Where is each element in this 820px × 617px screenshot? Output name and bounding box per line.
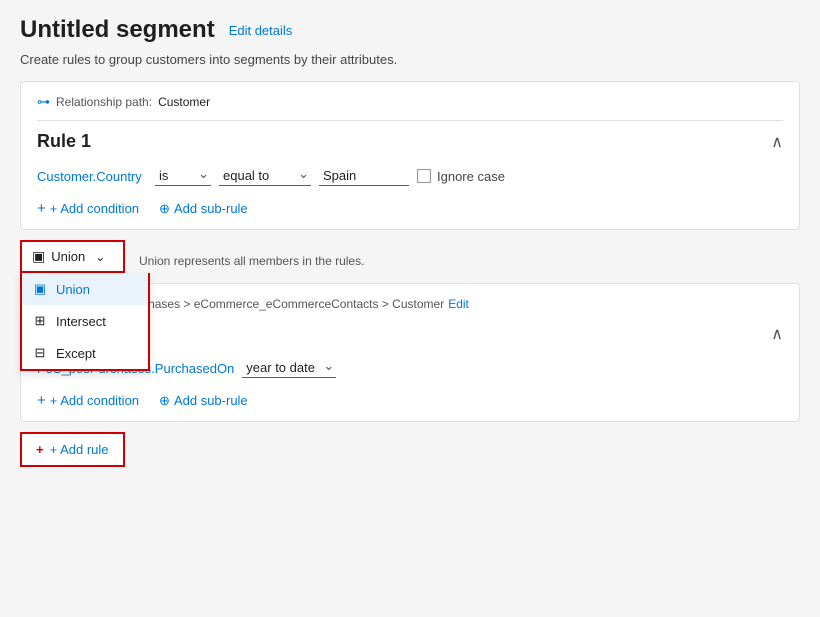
operator-except-item[interactable]: ⊟ Except [22, 337, 148, 369]
add-rule-icon: + [36, 442, 44, 457]
rule1-add-condition-plus-icon: + [37, 200, 46, 217]
rule2-add-condition-btn[interactable]: + + Add condition [37, 392, 139, 409]
operator-union-label: Union [56, 282, 90, 297]
rule1-header: Rule 1 ∧ [37, 131, 783, 152]
rule2-add-sub-rule-btn[interactable]: ⊕ Add sub-rule [159, 393, 248, 409]
rule1-add-condition-btn[interactable]: + + Add condition [37, 200, 139, 217]
rule1-title: Rule 1 [37, 131, 91, 152]
rule1-sub-rule-icon: ⊕ [159, 201, 170, 217]
rule1-comparator-dropdown-wrapper: equal to not equal to contains starts wi… [219, 166, 311, 186]
rule2-sub-rule-icon: ⊕ [159, 393, 170, 409]
operator-except-label: Except [56, 346, 96, 361]
operator-intersect-item[interactable]: ⊞ Intersect [22, 305, 148, 337]
rule1-ignore-case-checkbox[interactable] [417, 169, 431, 183]
rule2-add-condition-label: + Add condition [50, 393, 139, 408]
operator-button[interactable]: ▣ Union ⌄ [20, 240, 125, 273]
rule1-collapse-icon[interactable]: ∧ [771, 132, 783, 152]
rule1-add-sub-rule-label: Add sub-rule [174, 201, 248, 216]
page-subtitle: Create rules to group customers into seg… [20, 52, 800, 67]
rule2-time-select[interactable]: year to date last 30 days last 7 days la… [242, 358, 336, 378]
rule1-operator-select[interactable]: is is not [155, 166, 211, 186]
operator-intersect-label: Intersect [56, 314, 106, 329]
rule1-operator-dropdown-wrapper: is is not [155, 166, 211, 186]
operator-dropdown-menu: ▣ Union ⊞ Intersect ⊟ Except [20, 273, 150, 371]
rule2-actions-row: + + Add condition ⊕ Add sub-rule [37, 392, 783, 409]
rule1-add-condition-label: + Add condition [50, 201, 139, 216]
add-rule-label: + Add rule [50, 442, 109, 457]
rule1-ignore-case-wrapper: Ignore case [417, 169, 505, 184]
add-rule-button[interactable]: + + Add rule [20, 432, 125, 467]
rule1-field-label: Customer.Country [37, 169, 147, 184]
operator-selected-icon: ▣ [32, 248, 45, 265]
relationship-value: Customer [158, 95, 210, 109]
relationship-icon: ⊶ [37, 94, 50, 110]
rule1-ignore-case-label: Ignore case [437, 169, 505, 184]
operator-chevron-icon: ⌄ [95, 250, 105, 264]
operator-union-item[interactable]: ▣ Union [22, 273, 148, 305]
rule1-card: ⊶ Relationship path: Customer Rule 1 ∧ C… [20, 81, 800, 230]
rule1-add-sub-rule-btn[interactable]: ⊕ Add sub-rule [159, 201, 248, 217]
rule1-condition-row: Customer.Country is is not equal to not … [37, 166, 783, 186]
rule1-actions-row: + + Add condition ⊕ Add sub-rule [37, 200, 783, 217]
intersect-icon: ⊞ [32, 313, 48, 329]
rule1-comparator-select[interactable]: equal to not equal to contains starts wi… [219, 166, 311, 186]
rule2-add-sub-rule-label: Add sub-rule [174, 393, 248, 408]
operator-section: ▣ Union ⌄ ▣ Union ⊞ Intersect ⊟ Except U [20, 240, 800, 273]
operator-selected-label: Union [51, 249, 85, 264]
relationship-bar: ⊶ Relationship path: Customer [37, 94, 783, 110]
relationship-label: Relationship path: [56, 95, 152, 109]
union-icon: ▣ [32, 281, 48, 297]
operator-dropdown-container: ▣ Union ⌄ ▣ Union ⊞ Intersect ⊟ Except [20, 240, 125, 273]
edit-details-link[interactable]: Edit details [229, 23, 293, 38]
except-icon: ⊟ [32, 345, 48, 361]
operator-hint: Union represents all members in the rule… [139, 254, 364, 268]
rule2-collapse-icon[interactable]: ∧ [771, 324, 783, 344]
rule2-rel-path-edit-link[interactable]: Edit [448, 297, 469, 311]
page-title: Untitled segment [20, 16, 215, 44]
rule2-time-dropdown-wrapper: year to date last 30 days last 7 days la… [242, 358, 336, 378]
rule2-add-condition-plus-icon: + [37, 392, 46, 409]
rule1-value-input[interactable] [319, 166, 409, 186]
